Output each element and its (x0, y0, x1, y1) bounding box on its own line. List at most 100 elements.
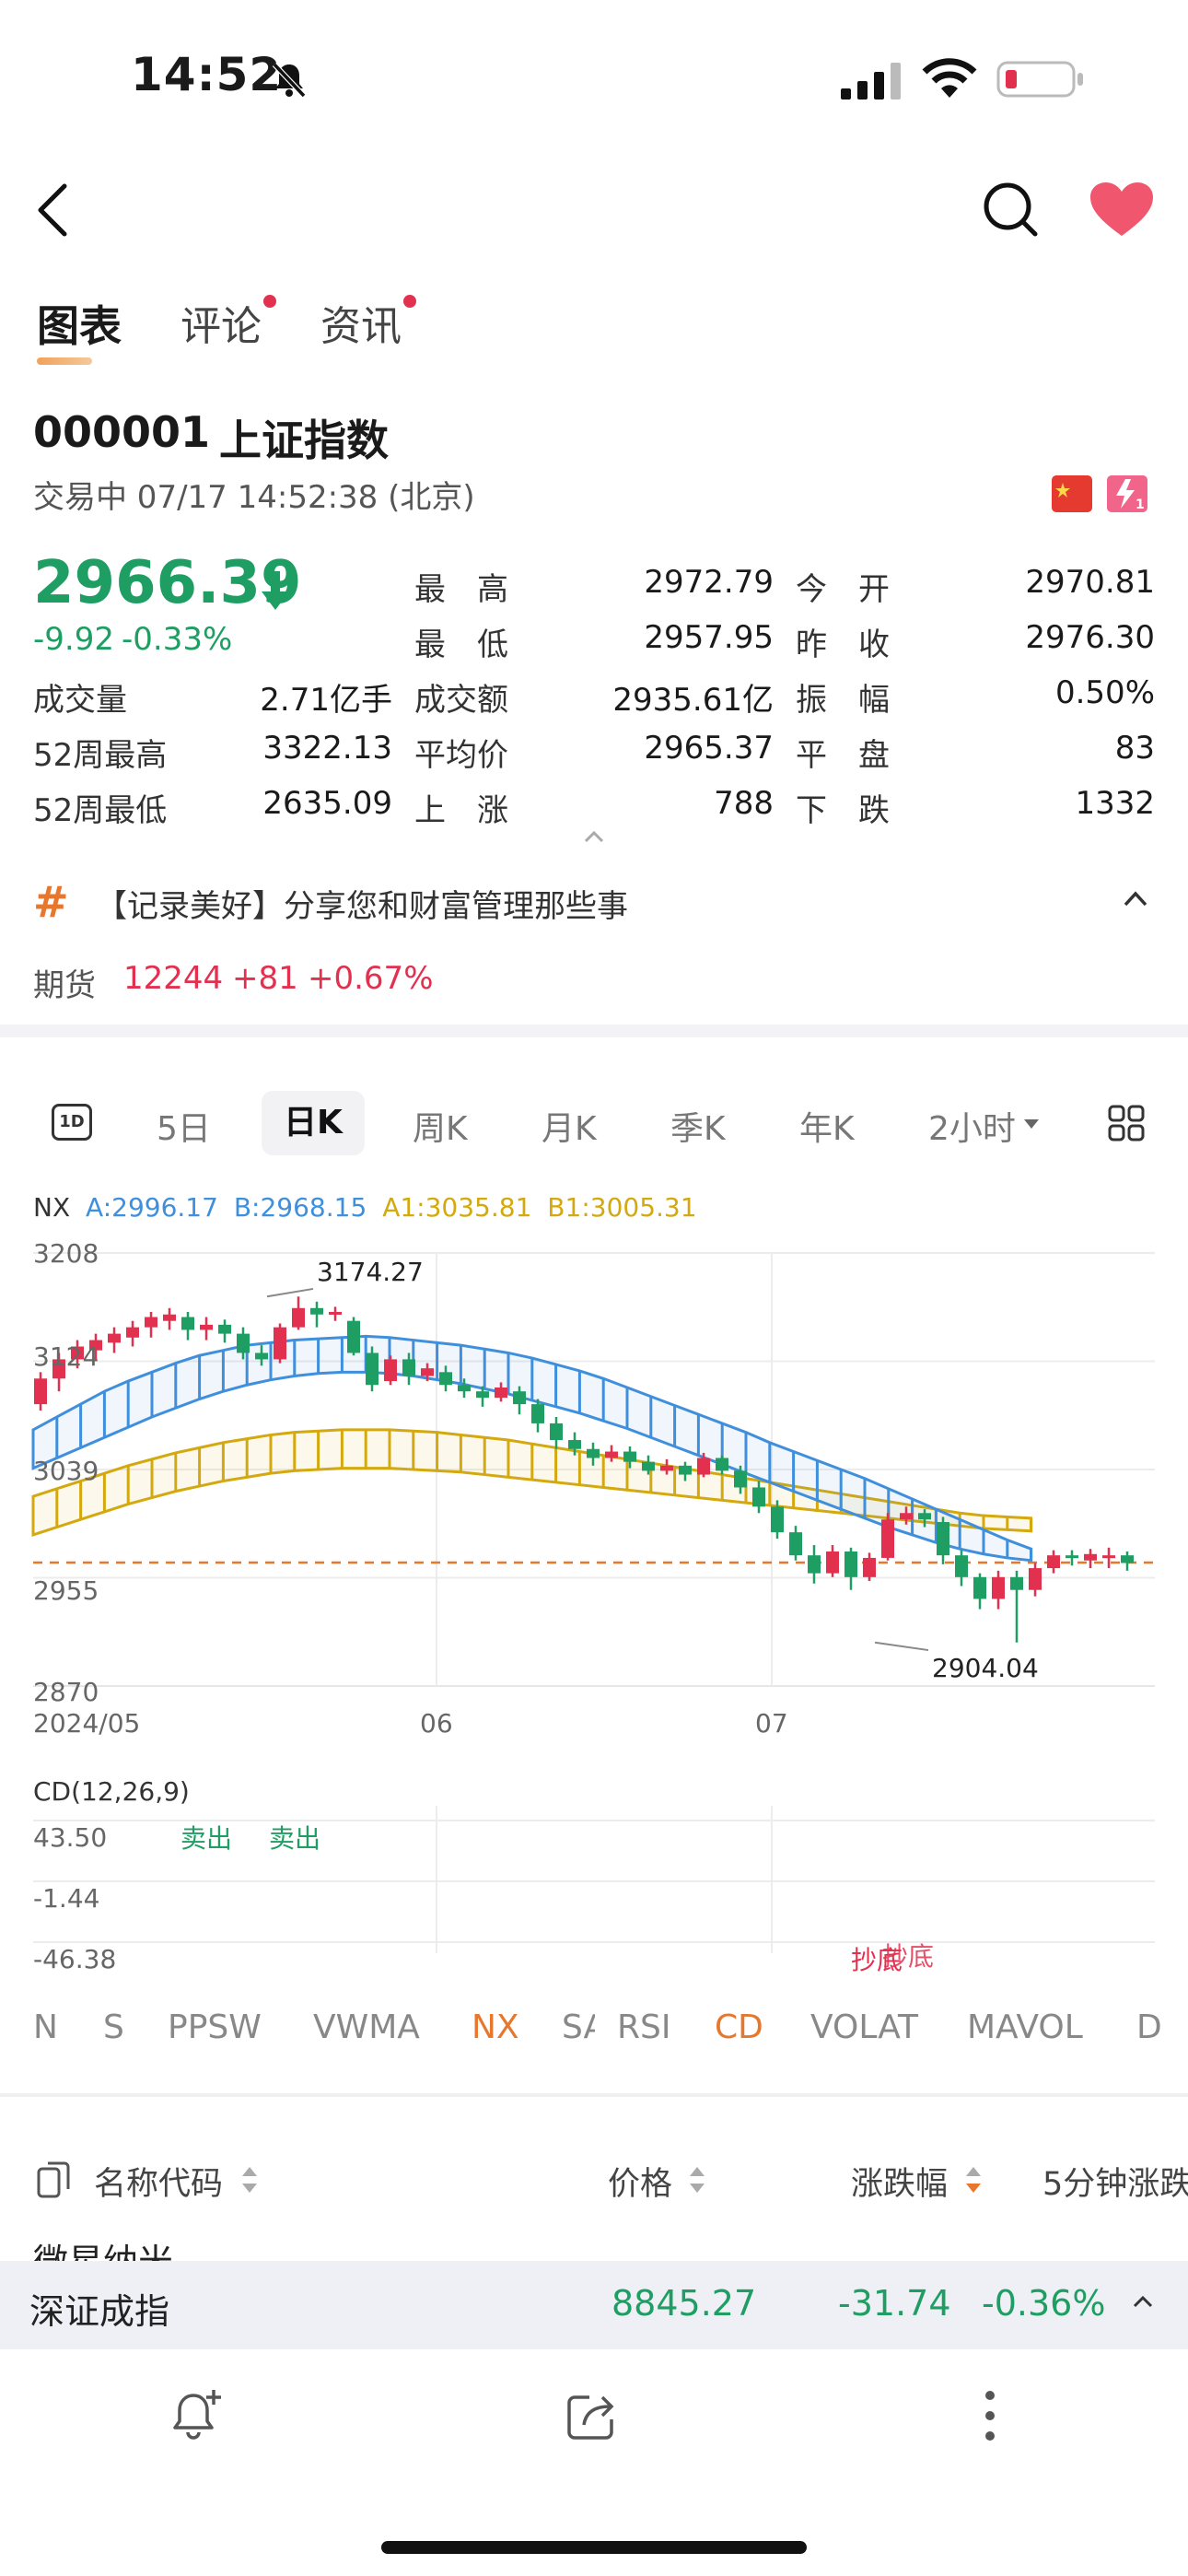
high-value: 2972.79 (644, 564, 774, 601)
grid-menu-icon[interactable] (1107, 1104, 1146, 1142)
indicator-cd[interactable]: CD (715, 2008, 763, 2046)
candle-body (679, 1465, 692, 1475)
open-label: 今 开 (796, 571, 890, 608)
legend-a1: A1:3035.81 (382, 1192, 532, 1223)
sort-icon[interactable] (689, 2165, 705, 2195)
banner-text[interactable]: 【记录美好】分享您和财富管理那些事 (96, 881, 628, 926)
favorite-heart-icon[interactable] (1089, 181, 1155, 238)
section-divider (0, 1025, 1188, 1037)
volume-label: 成交量 (33, 682, 127, 719)
week52-low-label: 52周最低 (33, 792, 168, 829)
candle-body (752, 1487, 765, 1507)
candle-body (310, 1307, 323, 1315)
period-daily-button[interactable]: 日K (262, 1091, 365, 1155)
period-2hour-button[interactable]: 2小时 (928, 1102, 1016, 1150)
candle-body (513, 1391, 526, 1405)
candle-body (716, 1458, 728, 1471)
tab-news-label: 资讯 (320, 303, 402, 350)
col-5min-change[interactable]: 5分钟涨跌 (1042, 2158, 1188, 2205)
copy-icon[interactable] (35, 2158, 72, 2198)
indicator-vwma[interactable]: VWMA (313, 2008, 420, 2046)
indicator-nx[interactable]: NX (472, 2008, 519, 2046)
search-icon[interactable] (982, 181, 1039, 238)
back-icon[interactable] (33, 181, 74, 240)
share-icon[interactable] (565, 2390, 621, 2441)
candle-body (918, 1513, 931, 1520)
chevron-down-icon (1022, 1117, 1041, 1130)
high-annotation: 3174.27 (317, 1257, 424, 1287)
candle-body (568, 1440, 581, 1449)
signal-icon (841, 61, 903, 100)
indicator-ppsw[interactable]: PPSW (168, 2008, 262, 2046)
candle-body (274, 1327, 286, 1360)
candle-body (587, 1448, 600, 1458)
candle-body (734, 1470, 747, 1488)
period-5day-button[interactable]: 5日 (157, 1102, 211, 1150)
tab-chart-label: 图表 (37, 301, 122, 351)
down-arrow-icon (260, 569, 291, 612)
cd-tick-mid: -1.44 (33, 1883, 100, 1914)
tab-news[interactable]: 资讯 (320, 293, 416, 352)
more-options-icon[interactable] (976, 2388, 1004, 2443)
candle-body (1066, 1555, 1078, 1559)
cd-buy-signal: 抄底 (882, 1941, 935, 1972)
period-weekly-button[interactable]: 周K (413, 1102, 468, 1150)
col-change-pct[interactable]: 涨跌幅 (851, 2158, 948, 2205)
flat-label: 平 盘 (796, 737, 890, 774)
alert-bell-icon[interactable] (169, 2386, 225, 2443)
period-daily-label: 日K (284, 1104, 343, 1142)
period-1d-button[interactable]: 1D (52, 1104, 92, 1141)
futures-change: +81 (232, 960, 298, 997)
expand-icon[interactable] (1131, 2292, 1155, 2311)
week52-high-label: 52周最高 (33, 737, 168, 774)
candle-body (900, 1513, 913, 1520)
tab-underline (37, 357, 92, 365)
low-label: 最 低 (414, 626, 508, 663)
collapse-stats-icon[interactable] (582, 827, 606, 846)
candle-body (1047, 1555, 1060, 1569)
index-change: -31.74 (838, 2283, 951, 2324)
col-price[interactable]: 价格 (608, 2158, 672, 2205)
tab-comments[interactable]: 评论 (181, 293, 276, 352)
y-tick-2870: 2870 (33, 1677, 99, 1707)
low-annotation: 2904.04 (932, 1653, 1039, 1683)
indicator-n[interactable]: N (33, 2008, 58, 2046)
candle-body (789, 1532, 802, 1556)
candle-body (1121, 1555, 1134, 1563)
decliners-label: 下 跌 (796, 792, 890, 829)
indicator-sa[interactable]: SA (562, 2008, 595, 2046)
indicator-volat[interactable]: VOLAT (810, 2008, 918, 2046)
sort-icon[interactable] (241, 2165, 258, 2195)
x-tick-2024-05: 2024/05 (33, 1708, 141, 1739)
period-yearly-button[interactable]: 年K (799, 1102, 855, 1150)
candle-body (421, 1368, 434, 1376)
candle-body (255, 1352, 268, 1360)
index-price: 8845.27 (611, 2283, 757, 2324)
price-change-pct: -0.33% (122, 621, 233, 658)
cd-sell-signal: 卖出 (269, 1823, 321, 1854)
sort-desc-icon[interactable] (965, 2165, 982, 2195)
cd-chart[interactable] (0, 1806, 1188, 1981)
table-row-partial[interactable]: 微星纳米 (33, 2233, 173, 2261)
col-name-code[interactable]: 名称代码 (94, 2158, 223, 2205)
indicator-d[interactable]: D (1136, 2008, 1162, 2046)
period-quarterly-button[interactable]: 季K (670, 1102, 726, 1150)
period-monthly-button[interactable]: 月K (542, 1102, 597, 1150)
indicator-s[interactable]: S (103, 2008, 124, 2046)
indicator-rsi[interactable]: RSI (617, 2008, 670, 2046)
tab-chart[interactable]: 图表 (37, 293, 122, 365)
collapse-banner-icon[interactable] (1120, 886, 1151, 910)
index-bar[interactable]: 深证成指 8845.27 -31.74 -0.36% (0, 2261, 1188, 2349)
indicator-mavol[interactable]: MAVOL (967, 2008, 1083, 2046)
new-dot (403, 295, 416, 308)
period-1d-label: 1D (59, 1112, 85, 1131)
candle-body (108, 1333, 121, 1343)
svg-text:1: 1 (1136, 498, 1145, 512)
price-change: -9.92 (33, 621, 114, 658)
week52-high-value: 3322.13 (262, 730, 392, 767)
stock-name: 上证指数 (219, 416, 389, 465)
candle-body (531, 1404, 544, 1423)
candle-body (992, 1576, 1005, 1599)
candle-body (402, 1359, 415, 1376)
x-tick-07: 07 (755, 1708, 788, 1739)
